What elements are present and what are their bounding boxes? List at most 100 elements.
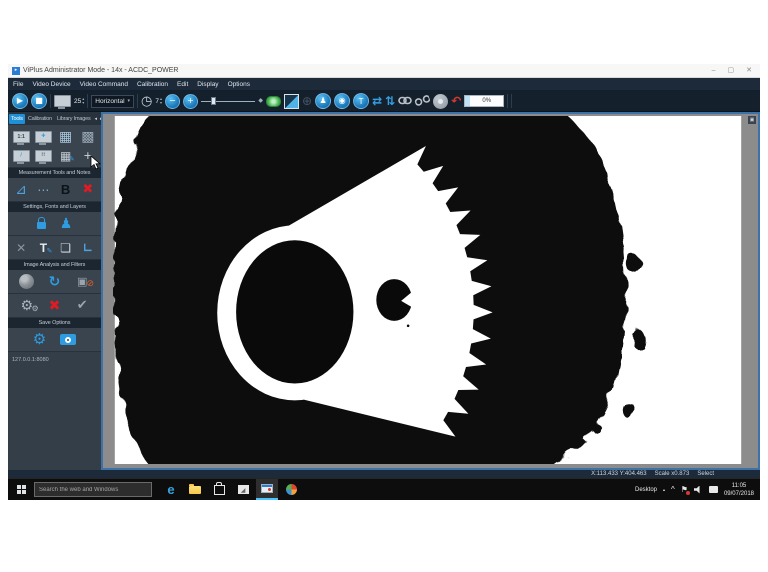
start-button[interactable] [8, 479, 34, 501]
polyline-measure-button[interactable]: ⋯ [33, 181, 53, 198]
pen-icon: ✎ [47, 248, 53, 255]
user-capture-button[interactable]: ♟ [315, 93, 331, 109]
taskbar-edge-button[interactable]: e [160, 479, 182, 500]
fine-grid-button[interactable]: ▩ [78, 128, 98, 145]
mode-readout: Select [697, 471, 714, 477]
menu-video-device[interactable]: Video Device [32, 81, 70, 88]
display-count-stepper[interactable]: 25 ▴▾ [74, 97, 84, 105]
viplus-window-icon [261, 484, 273, 493]
snapshot-button[interactable] [60, 331, 76, 348]
undo-icon[interactable]: ↶ [451, 95, 461, 107]
photos-icon: ◢ [238, 485, 249, 494]
camera-capture-button[interactable]: ◉ [334, 93, 350, 109]
delete-measure-button[interactable]: ✖ [78, 181, 98, 198]
desktop: ▸ ViPlus Administrator Mode - 14x - ACDC… [8, 64, 760, 500]
bold-annotation-button[interactable]: B [56, 181, 76, 198]
section-header-analysis: Image Analysis and Filters [8, 260, 101, 270]
menu-video-command[interactable]: Video Command [80, 81, 128, 88]
zoom-1-1-button[interactable]: 1:1 [11, 128, 31, 145]
link-icon[interactable] [398, 92, 412, 110]
taskbar-photos-button[interactable]: ◢ [232, 479, 254, 500]
unlink-icon[interactable] [413, 90, 433, 112]
menu-edit[interactable]: Edit [177, 81, 188, 88]
image-canvas[interactable]: ▣ [101, 112, 760, 470]
canvas-corner-icon[interactable]: ▣ [748, 116, 756, 124]
tool-sidebar: Tools Calibration Library Images ◂ ▸ ▾ 1… [8, 112, 101, 470]
lock-button[interactable] [37, 215, 46, 232]
hidden-icons-chevron[interactable]: ^ [671, 485, 675, 494]
maximize-button[interactable]: ▢ [728, 67, 735, 74]
table-view-button[interactable]: ▦ [56, 128, 76, 145]
tools-button[interactable]: ✕ [11, 239, 31, 256]
separator [511, 94, 512, 108]
desktop-toolbar-chevron[interactable]: ▴ [663, 488, 665, 492]
text-capture-button[interactable]: T [353, 93, 369, 109]
tab-tools[interactable]: Tools [9, 114, 25, 124]
gauge-icon[interactable]: ◷ [141, 95, 152, 108]
graph-monitor-button[interactable]: ∕ [11, 147, 31, 164]
display-select-icon[interactable] [54, 95, 71, 107]
zoom-in-button[interactable]: + [183, 94, 198, 109]
slider-handle[interactable] [211, 97, 216, 105]
separator [50, 94, 51, 108]
updown-arrows-icon[interactable]: ⇅ [385, 95, 395, 107]
zoom-slider[interactable]: ◆ [201, 95, 263, 107]
binary-part-image [113, 116, 743, 464]
taskbar-store-button[interactable] [208, 479, 230, 500]
gear-small-icon: ⚙ [31, 305, 38, 313]
swap-arrows-icon[interactable]: ⇄ [372, 95, 382, 107]
process-settings-button[interactable]: ⚙⚙ [14, 297, 40, 314]
analysis-row-1: ↻ ▣⊘ [8, 270, 101, 294]
tab-scroll-left[interactable]: ◂ [94, 117, 99, 122]
search-input[interactable] [34, 482, 152, 497]
text-tool-button[interactable]: T✎ [33, 239, 53, 256]
tray-time: 11:05 [732, 482, 747, 490]
menu-options[interactable]: Options [228, 81, 250, 88]
points-monitor-button[interactable]: ∷ [33, 147, 53, 164]
layers-button[interactable]: ❏ [56, 239, 76, 256]
play-button[interactable]: ▶ [12, 93, 28, 109]
stop-button[interactable]: ■ [31, 93, 47, 109]
tab-calibration[interactable]: Calibration [26, 114, 54, 124]
volume-icon[interactable] [694, 486, 703, 494]
paint-ball-icon [286, 484, 297, 495]
sphere-filter-button[interactable] [14, 273, 40, 290]
user-button[interactable]: ♟ [60, 215, 73, 232]
video-frame[interactable] [113, 116, 743, 469]
desktop-toolbar-label[interactable]: Desktop [635, 487, 657, 493]
progress-value: 0% [470, 98, 503, 104]
image-disable-button[interactable]: ▣⊘ [69, 273, 95, 290]
image-refresh-button[interactable]: ↻ [42, 273, 68, 290]
save-settings-button[interactable]: ⚙ [33, 331, 46, 348]
crosshair-tool-button[interactable]: + [78, 147, 98, 164]
apply-analysis-button[interactable]: ✔ [69, 297, 95, 314]
taskbar-paint-button[interactable] [280, 479, 302, 500]
menu-file[interactable]: File [13, 81, 23, 88]
cancel-analysis-button[interactable]: ✖ [42, 297, 68, 314]
angle-measure-button[interactable]: ⊿ [11, 181, 31, 198]
menu-display[interactable]: Display [197, 81, 218, 88]
fit-screen-button[interactable]: ✚ [33, 128, 53, 145]
grid-edit-button[interactable]: ▦✎ [56, 147, 76, 164]
sphere-icon [19, 274, 34, 289]
taskbar-viplus-button-active[interactable] [256, 479, 278, 500]
ruler-lock-button[interactable]: ∟ [78, 239, 98, 256]
close-button[interactable]: ✕ [746, 67, 752, 74]
zoom-out-button[interactable]: − [165, 94, 180, 109]
taskbar-explorer-button[interactable] [184, 479, 206, 500]
minimize-button[interactable]: – [712, 67, 716, 74]
separator [137, 94, 138, 108]
chevron-down-icon: ▾ [128, 99, 131, 104]
clock[interactable]: 11:05 09/07/2018 [724, 482, 754, 498]
gauge-stepper[interactable]: 7 ▴▾ [155, 97, 162, 105]
tab-library-images[interactable]: Library Images [55, 114, 93, 124]
menu-calibration[interactable]: Calibration [137, 81, 168, 88]
threshold-contrast-button[interactable] [284, 94, 299, 109]
orientation-dropdown[interactable]: Horizontal ▾ [91, 95, 134, 108]
crosshair-icon[interactable]: ⊕ [302, 95, 312, 107]
live-preview-icon[interactable] [266, 96, 281, 107]
screenshot-page: ▸ ViPlus Administrator Mode - 14x - ACDC… [0, 0, 768, 572]
action-center-flag-icon[interactable]: ⚑ [681, 486, 688, 494]
message-icon[interactable] [709, 486, 718, 493]
slider-end-icon: ◆ [258, 98, 263, 104]
